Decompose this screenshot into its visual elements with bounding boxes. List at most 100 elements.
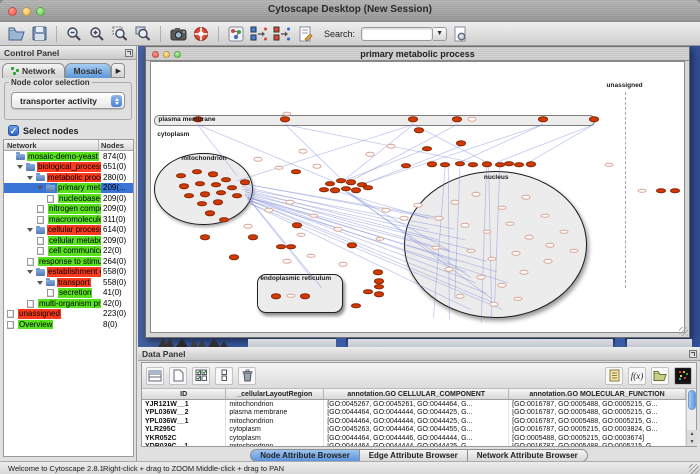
float-panel-icon[interactable]	[125, 49, 133, 57]
network-node[interactable]	[243, 224, 252, 229]
selected-network-node[interactable]	[408, 117, 418, 123]
tree-row[interactable]: primary metabo209(...	[4, 183, 133, 194]
scrollbar-arrows[interactable]: ▲▼	[687, 430, 697, 446]
selected-network-node[interactable]	[276, 244, 286, 250]
network-node[interactable]	[296, 232, 305, 237]
selected-network-node[interactable]	[208, 171, 218, 177]
selected-network-node[interactable]	[200, 192, 210, 198]
delete-attribute-icon[interactable]	[238, 367, 256, 385]
selected-network-node[interactable]	[240, 180, 250, 186]
selected-network-node[interactable]	[452, 117, 462, 123]
expand-arrow-icon[interactable]	[27, 176, 33, 180]
load-attributes-icon[interactable]	[651, 367, 669, 385]
network-node[interactable]	[461, 223, 470, 228]
network-node[interactable]	[312, 164, 321, 169]
snapshot-icon[interactable]	[168, 24, 188, 44]
selected-network-node[interactable]	[341, 186, 351, 192]
select-attributes-icon[interactable]	[192, 367, 210, 385]
selected-network-node[interactable]	[200, 234, 210, 240]
selected-network-node[interactable]	[291, 169, 301, 175]
more-tabs-button[interactable]: ▶	[111, 63, 125, 78]
network-node[interactable]	[477, 275, 486, 280]
expand-arrow-icon[interactable]	[27, 270, 33, 274]
selected-network-node[interactable]	[216, 190, 226, 196]
network-node[interactable]	[264, 208, 273, 213]
selected-network-node[interactable]	[351, 303, 361, 309]
selected-network-node[interactable]	[221, 177, 231, 183]
open-icon[interactable]	[6, 24, 26, 44]
network-node[interactable]	[522, 195, 531, 200]
tree-row[interactable]: cellular process614(0)	[4, 225, 133, 236]
selected-network-node[interactable]	[440, 162, 450, 168]
selected-network-node[interactable]	[351, 188, 361, 194]
network-node[interactable]	[339, 262, 348, 267]
selected-network-node[interactable]	[192, 169, 202, 175]
selected-network-node[interactable]	[589, 117, 599, 123]
tree-row[interactable]: response to stimulu264(0)	[4, 256, 133, 267]
selected-network-node[interactable]	[504, 161, 514, 167]
tree-row[interactable]: mosaic-demo-yeast874(0)	[4, 151, 133, 162]
tree-row[interactable]: nucleobase-209(0)	[4, 193, 133, 204]
selected-network-node[interactable]	[219, 217, 229, 223]
selected-network-node[interactable]	[197, 201, 207, 207]
network-node[interactable]	[570, 248, 579, 253]
zoom-in-icon[interactable]	[87, 24, 107, 44]
selected-network-node[interactable]	[330, 188, 340, 194]
selected-network-node[interactable]	[347, 242, 357, 248]
selected-network-node[interactable]	[456, 141, 466, 147]
import-attributes-icon[interactable]	[605, 367, 623, 385]
selected-network-node[interactable]	[346, 180, 356, 186]
network-node[interactable]	[376, 236, 385, 241]
network-node[interactable]	[299, 149, 308, 154]
selected-network-node[interactable]	[176, 173, 186, 179]
expand-arrow-icon[interactable]	[37, 281, 43, 285]
network-node[interactable]	[540, 214, 549, 219]
selected-network-node[interactable]	[205, 210, 215, 216]
network-node[interactable]	[519, 270, 528, 275]
unselect-attributes-icon[interactable]	[215, 367, 233, 385]
network-node[interactable]	[307, 254, 316, 259]
selected-network-node[interactable]	[414, 127, 424, 133]
selected-network-node[interactable]	[286, 244, 296, 250]
network-node[interactable]	[498, 205, 507, 210]
table-row[interactable]: YPL036W__2plasma membrane[GO:0044464, GO…	[142, 409, 686, 418]
selected-network-node[interactable]	[184, 193, 194, 199]
tree-row[interactable]: establishment of lo558(0)	[4, 267, 133, 278]
selected-network-node[interactable]	[670, 188, 680, 194]
selected-network-node[interactable]	[195, 181, 205, 187]
tree-row[interactable]: secretion41(0)	[4, 288, 133, 299]
table-row[interactable]: YDR039C__1mitochondrion[GO:0044464, GO:0…	[142, 443, 686, 446]
selected-network-node[interactable]	[271, 293, 281, 299]
selected-network-node[interactable]	[482, 161, 492, 167]
selected-network-node[interactable]	[468, 162, 478, 168]
selected-network-node[interactable]	[229, 255, 239, 261]
selected-network-node[interactable]	[422, 146, 432, 152]
selected-network-node[interactable]	[336, 178, 346, 184]
tab-network[interactable]: Network	[2, 63, 65, 78]
tab-mosaic[interactable]: Mosaic	[65, 63, 112, 78]
selected-network-node[interactable]	[401, 163, 411, 169]
selected-network-node[interactable]	[213, 200, 223, 206]
column-header[interactable]: ID	[142, 389, 226, 399]
selected-network-node[interactable]	[227, 185, 237, 191]
network-node[interactable]	[546, 243, 555, 248]
selected-network-node[interactable]	[538, 117, 548, 123]
tree-row[interactable]: biological_process651(0)	[4, 162, 133, 173]
tree-row[interactable]: cellular metabo209(0)	[4, 235, 133, 246]
tree-column-nodes[interactable]: Nodes	[99, 140, 133, 150]
selected-network-node[interactable]	[319, 187, 329, 193]
network-node[interactable]	[604, 163, 613, 168]
selected-network-node[interactable]	[292, 222, 302, 228]
network-node[interactable]	[559, 230, 568, 235]
expand-arrow-icon[interactable]	[37, 186, 43, 190]
node-color-select[interactable]: transporter activity	[11, 92, 125, 109]
network-node[interactable]	[466, 248, 475, 253]
new-attribute-icon[interactable]	[169, 367, 187, 385]
table-row[interactable]: YPL036W__1mitochondrion[GO:0044464, GO:0…	[142, 417, 686, 426]
help-icon[interactable]	[191, 24, 211, 44]
column-header[interactable]: annotation.GO CELLULAR_COMPONENT	[324, 389, 509, 399]
selected-network-node[interactable]	[526, 161, 536, 167]
network-node[interactable]	[471, 192, 480, 197]
plugin-manager-icon[interactable]	[450, 24, 470, 44]
attribute-grid-icon[interactable]	[146, 367, 164, 385]
